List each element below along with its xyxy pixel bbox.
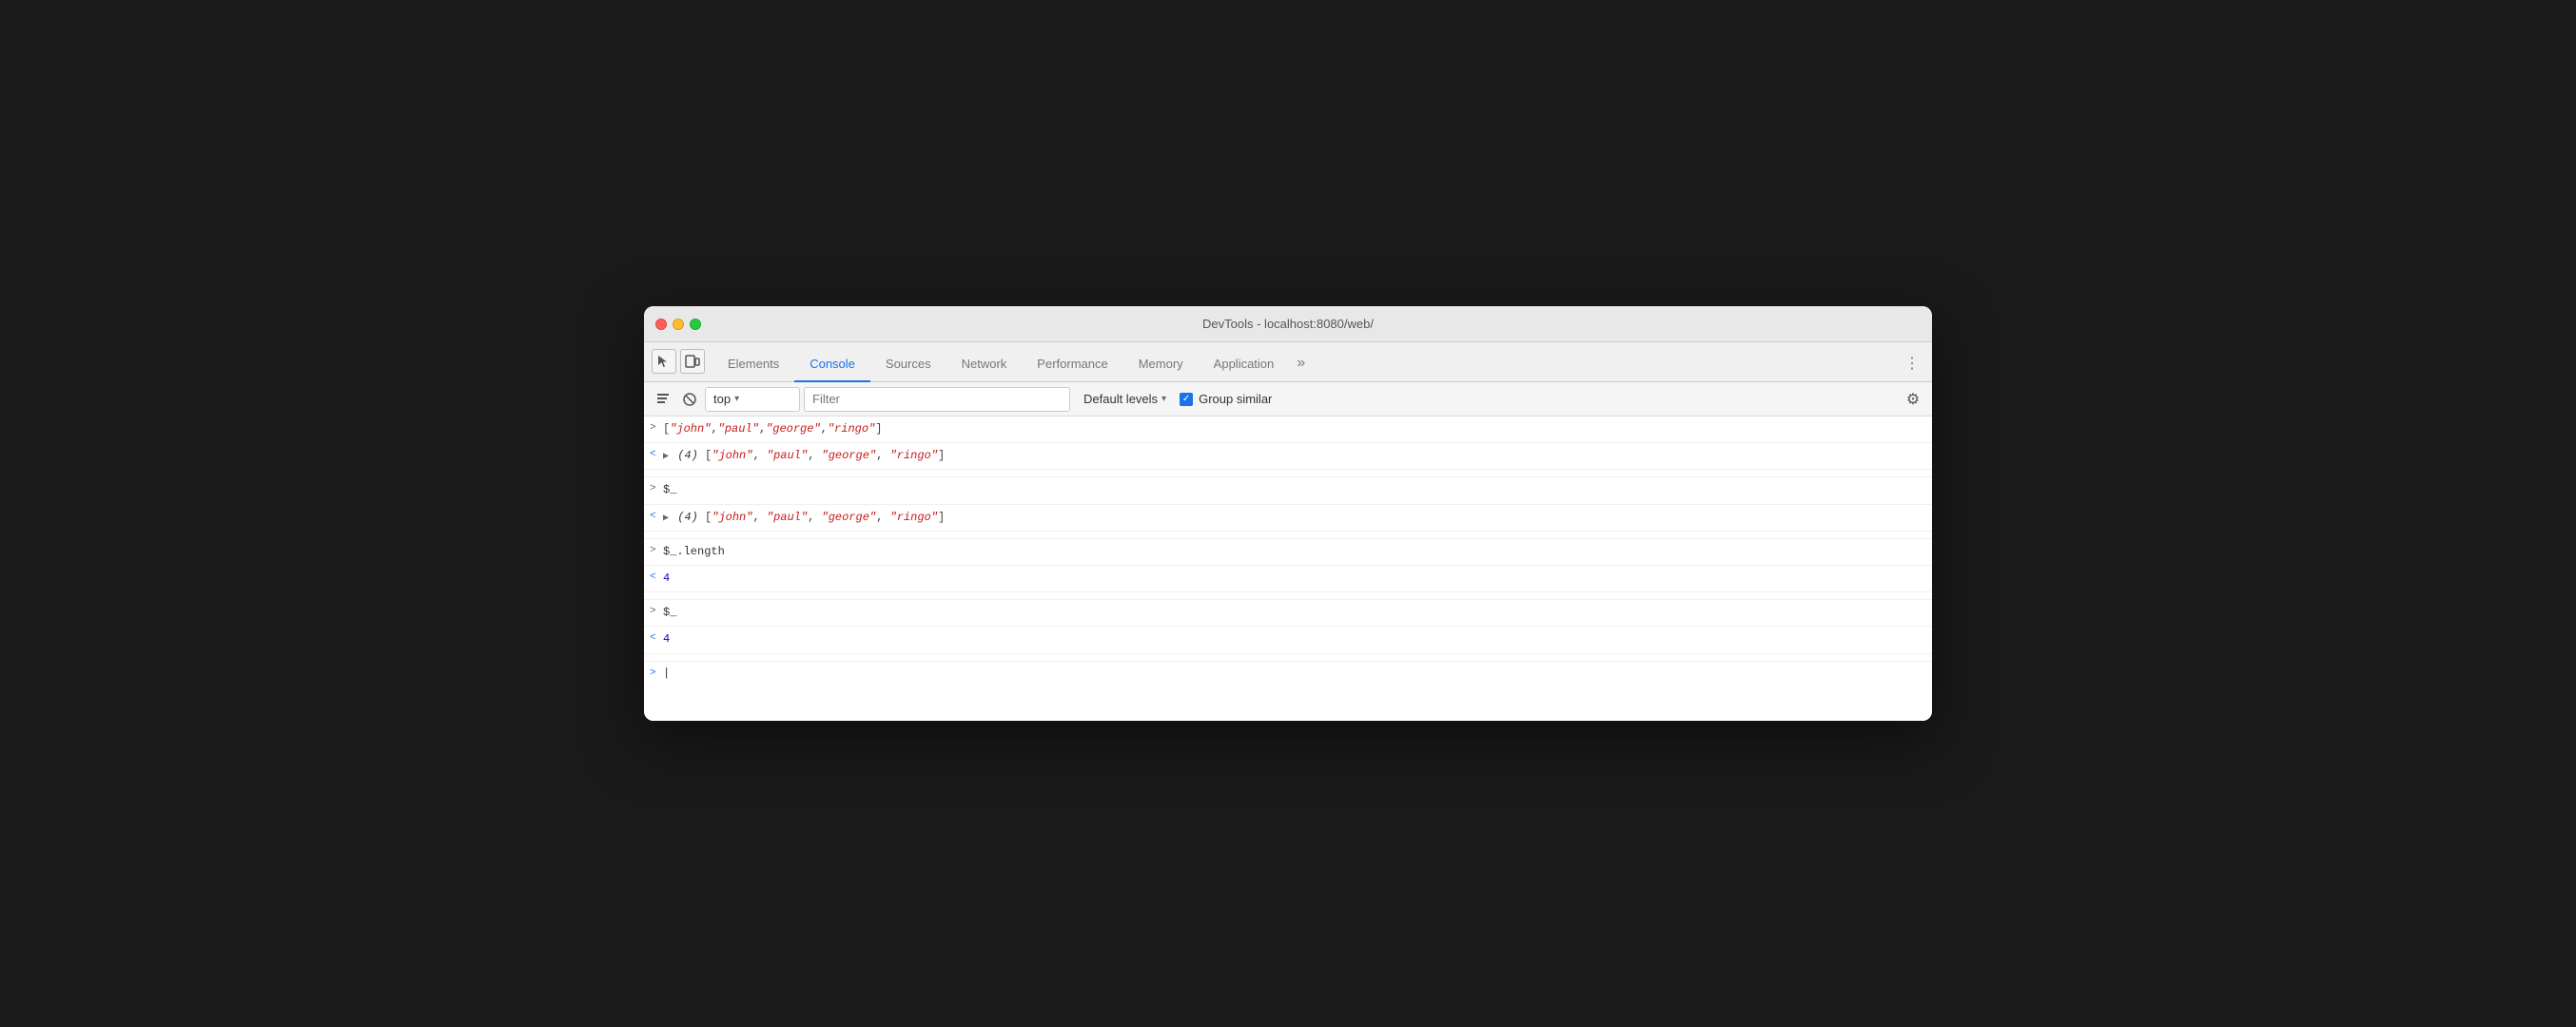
clear-icon: [655, 392, 671, 407]
tab-console[interactable]: Console: [794, 346, 870, 382]
console-output: > ["john","paul","george","ringo"] < ▶ (…: [644, 417, 1932, 721]
row-5-content: $_.length: [659, 541, 1932, 563]
console-row-7: > $_: [644, 600, 1932, 627]
tab-performance[interactable]: Performance: [1022, 346, 1122, 382]
traffic-lights: [655, 319, 701, 330]
console-toolbar: top ▾ Default levels ▾ ✓ Group similar ⚙: [644, 382, 1932, 417]
context-arrow: ▾: [734, 394, 739, 404]
context-selector[interactable]: top ▾: [705, 387, 800, 412]
clear-console-button[interactable]: [652, 388, 674, 411]
console-row-6: < 4: [644, 566, 1932, 592]
console-prompt-row: >: [644, 662, 1932, 685]
block-icon: [682, 392, 697, 407]
levels-button[interactable]: Default levels ▾: [1074, 387, 1176, 412]
window-title: DevTools - localhost:8080/web/: [1202, 317, 1374, 331]
tab-sources[interactable]: Sources: [870, 346, 946, 382]
expand-icon[interactable]: ▶: [663, 450, 669, 465]
group-similar-label[interactable]: ✓ Group similar: [1180, 392, 1272, 406]
gear-icon: ⚙: [1906, 390, 1920, 409]
console-row-5: > $_.length: [644, 539, 1932, 566]
row-8-arrow: <: [644, 630, 659, 648]
console-row-3: > $_: [644, 477, 1932, 504]
prompt-arrow: >: [644, 666, 659, 683]
close-button[interactable]: [655, 319, 667, 330]
block-button[interactable]: [678, 388, 701, 411]
group-similar-checkbox[interactable]: ✓: [1180, 393, 1193, 406]
console-row-1: > ["john","paul","george","ringo"]: [644, 417, 1932, 443]
console-row-8: < 4: [644, 627, 1932, 653]
row-2-content: ▶ (4) ["john", "paul", "george", "ringo"…: [659, 445, 1932, 467]
tab-elements[interactable]: Elements: [712, 346, 794, 382]
expand-icon-2[interactable]: ▶: [663, 512, 669, 527]
row-1-content: ["john","paul","george","ringo"]: [659, 418, 1932, 440]
toolbar-left: [652, 349, 705, 381]
row-2-arrow: <: [644, 447, 659, 464]
levels-arrow: ▾: [1161, 394, 1166, 404]
row-8-content: 4: [659, 629, 1932, 650]
title-bar: DevTools - localhost:8080/web/: [644, 306, 1932, 342]
console-row-2: < ▶ (4) ["john", "paul", "george", "ring…: [644, 443, 1932, 470]
console-input[interactable]: [659, 665, 1932, 682]
device-icon: [685, 354, 700, 369]
more-tabs-button[interactable]: »: [1289, 345, 1313, 381]
row-6-arrow: <: [644, 570, 659, 587]
minimize-button[interactable]: [673, 319, 684, 330]
row-1-arrow: >: [644, 420, 659, 437]
tab-memory[interactable]: Memory: [1123, 346, 1199, 382]
row-7-content: $_: [659, 602, 1932, 624]
divider-4: [644, 654, 1932, 662]
divider-2: [644, 532, 1932, 539]
inspect-element-button[interactable]: [652, 349, 676, 374]
row-5-arrow: >: [644, 543, 659, 560]
tab-bar: Elements Console Sources Network Perform…: [644, 342, 1932, 382]
divider-1: [644, 470, 1932, 477]
cursor-icon: [656, 354, 672, 369]
row-7-arrow: >: [644, 604, 659, 621]
console-row-4: < ▶ (4) ["john", "paul", "george", "ring…: [644, 505, 1932, 532]
row-4-content: ▶ (4) ["john", "paul", "george", "ringo"…: [659, 507, 1932, 529]
maximize-button[interactable]: [690, 319, 701, 330]
tab-bar-dots-button[interactable]: ⋮: [1900, 345, 1924, 381]
devtools-window: DevTools - localhost:8080/web/ Elements …: [644, 306, 1932, 721]
device-toggle-button[interactable]: [680, 349, 705, 374]
toolbar-right: ⚙: [1902, 388, 1924, 411]
row-3-content: $_: [659, 479, 1932, 501]
tab-network[interactable]: Network: [946, 346, 1023, 382]
row-6-content: 4: [659, 568, 1932, 590]
row-4-arrow: <: [644, 509, 659, 526]
filter-input[interactable]: [804, 387, 1070, 412]
tab-application[interactable]: Application: [1199, 346, 1290, 382]
console-settings-button[interactable]: ⚙: [1902, 388, 1924, 411]
checkmark-icon: ✓: [1182, 394, 1190, 404]
divider-3: [644, 592, 1932, 600]
row-3-arrow: >: [644, 481, 659, 498]
